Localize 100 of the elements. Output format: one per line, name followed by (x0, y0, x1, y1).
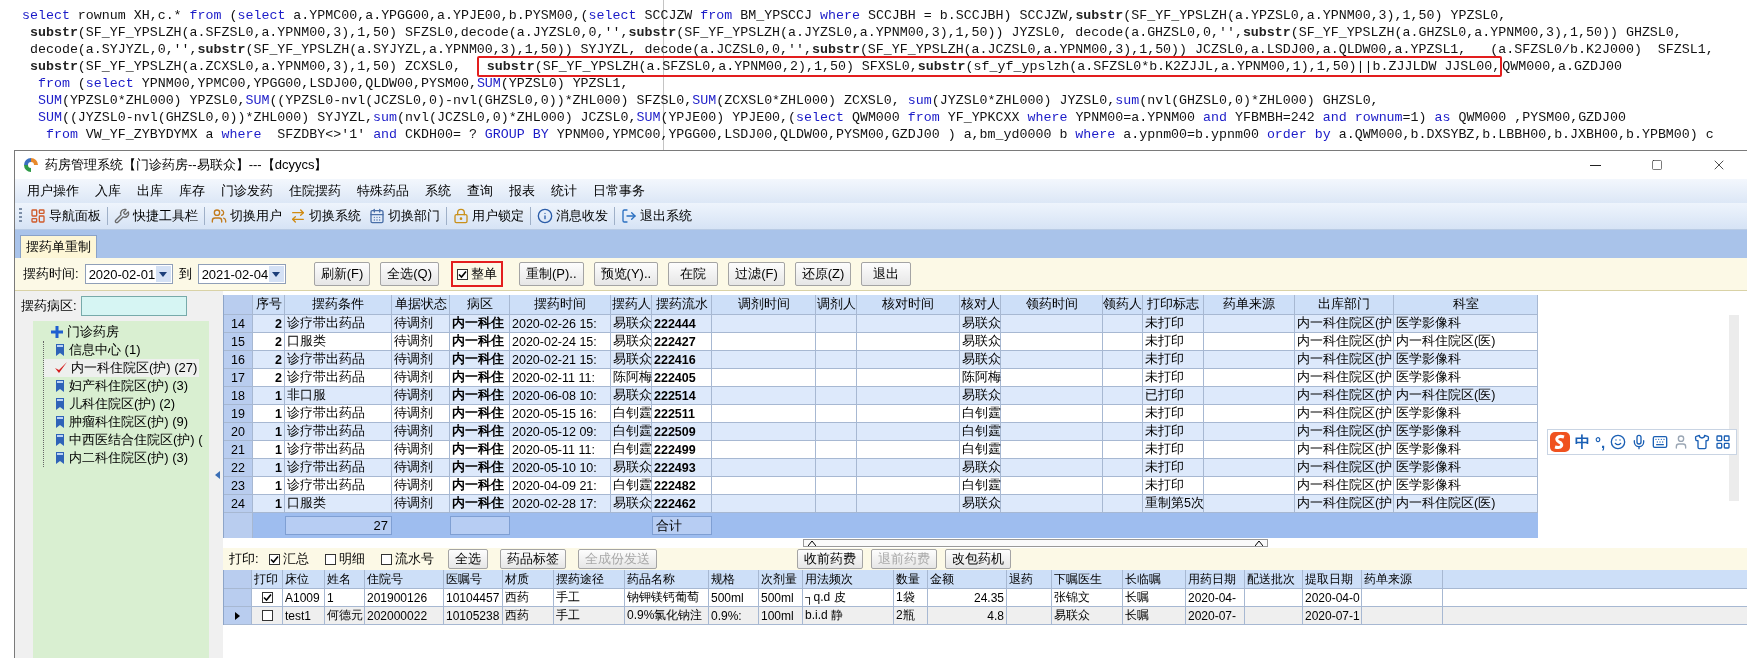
toolbar-button[interactable]: 全选(Q) (380, 262, 439, 286)
toolbar-button[interactable]: 切换部门 (365, 204, 444, 228)
column-header[interactable]: 姓名 (325, 570, 365, 588)
menu-item[interactable]: 入库 (87, 182, 129, 200)
column-header[interactable]: 下嘱医生 (1052, 570, 1123, 588)
column-header[interactable]: 用药日期 (1186, 570, 1245, 588)
column-header[interactable]: 用法频次 (803, 570, 894, 588)
checkbox-control[interactable]: 流水号 (374, 546, 440, 572)
dropdown-button[interactable] (155, 266, 171, 282)
column-header[interactable]: 调剂时间 (712, 295, 816, 314)
menu-item[interactable]: 门诊发药 (213, 182, 281, 200)
keyboard-icon[interactable] (1652, 434, 1669, 450)
column-header[interactable]: 医嘱号 (444, 570, 503, 588)
punctuation-mode[interactable]: °, (1595, 433, 1606, 451)
column-header[interactable]: 序号 (253, 295, 285, 314)
menu-item[interactable]: 系统 (417, 182, 459, 200)
tree-item[interactable]: 内一科住院区(护) (27) (44, 359, 200, 377)
column-header[interactable]: 药品名称 (625, 570, 709, 588)
column-header[interactable]: 金额 (928, 570, 1007, 588)
toolbar-button[interactable]: 消息收发 (533, 204, 612, 228)
column-header[interactable]: 出库部门 (1295, 295, 1394, 314)
column-header[interactable]: 提取日期 (1303, 570, 1362, 588)
checkbox[interactable] (261, 610, 273, 621)
tree-item[interactable]: 门诊药房 (37, 323, 119, 341)
tree-item[interactable]: 儿科住院区(护) (2) (44, 395, 178, 413)
grid-icon[interactable] (1715, 434, 1732, 450)
toolbar-button[interactable]: 过滤(F) (728, 262, 785, 286)
toolbar-button[interactable]: 快捷工具栏 (110, 204, 202, 228)
column-header[interactable]: 摆药流水 (652, 295, 712, 314)
checkbox[interactable] (261, 592, 273, 603)
search-field[interactable] (80, 296, 187, 316)
menu-item[interactable]: 出库 (129, 182, 171, 200)
toolbar-button[interactable]: 退出系统 (617, 204, 696, 228)
smile-icon[interactable] (1610, 434, 1627, 450)
column-header[interactable]: 次剂量 (759, 570, 803, 588)
collapse-icon[interactable] (214, 470, 220, 479)
row-header[interactable] (224, 607, 252, 624)
tree-item[interactable]: 信息中心 (1) (44, 341, 143, 359)
checkbox-control[interactable]: 整单 (451, 261, 503, 287)
tab[interactable]: 摆药单重制 (20, 235, 97, 258)
tree-item[interactable]: 内二科住院区(护) (3) (44, 449, 191, 467)
column-header[interactable]: 药单来源 (1362, 570, 1443, 588)
toolbar-button[interactable]: 退出 (861, 262, 912, 286)
toolbar-button[interactable]: 导航面板 (26, 204, 105, 228)
toolbar-button[interactable]: 刷新(F) (313, 262, 371, 286)
column-header[interactable]: 单据状态 (392, 295, 450, 314)
menu-item[interactable]: 查询 (459, 182, 501, 200)
dropdown-button[interactable] (268, 266, 284, 282)
date-field[interactable]: 2021-02-04 (197, 264, 286, 284)
toolbar-button[interactable]: 预览(Y).. (593, 262, 659, 286)
toolbar-button[interactable]: 改包药机 (944, 549, 1011, 569)
menu-item[interactable]: 报表 (501, 182, 543, 200)
tree-item[interactable]: 妇产科住院区(护) (3) (44, 377, 191, 395)
column-header[interactable]: 退药 (1007, 570, 1052, 588)
date-field[interactable]: 2020-02-01 (84, 264, 173, 284)
toolbar-button[interactable]: 在院 (668, 262, 719, 286)
menu-item[interactable]: 库存 (171, 182, 213, 200)
column-header[interactable]: 摆药人 (611, 295, 652, 314)
column-header[interactable]: 打印标志 (1143, 295, 1204, 314)
menu-item[interactable]: 日常事务 (585, 182, 653, 200)
column-header[interactable]: 床位 (283, 570, 325, 588)
toolbar-button[interactable]: 收前药费 (796, 549, 863, 569)
column-header[interactable]: 长临嘱 (1123, 570, 1186, 588)
column-header[interactable]: 摆药途径 (554, 570, 625, 588)
toolbar-button[interactable]: 用户锁定 (449, 204, 528, 228)
column-header[interactable]: 调剂人 (816, 295, 857, 314)
menu-item[interactable]: 特殊药品 (349, 182, 417, 200)
toolbar-button[interactable]: 还原(Z) (794, 262, 852, 286)
column-header[interactable]: 摆药时间 (510, 295, 611, 314)
tree-item[interactable]: 中西医结合住院区(护) ( (44, 431, 205, 449)
toolbar-button[interactable]: 切换用户 (207, 204, 286, 228)
column-header[interactable]: 数量 (894, 570, 928, 588)
toolbar-button[interactable]: 切换系统 (286, 204, 365, 228)
column-header[interactable]: 打印 (252, 570, 283, 588)
column-header[interactable]: 核对人 (960, 295, 1001, 314)
column-header[interactable]: 科室 (1394, 295, 1538, 314)
shirt-icon[interactable] (1694, 434, 1711, 450)
column-header[interactable]: 领药时间 (1001, 295, 1103, 314)
column-header[interactable]: 药单来源 (1204, 295, 1295, 314)
menu-item[interactable]: 用户操作 (19, 182, 87, 200)
menu-item[interactable]: 住院摆药 (281, 182, 349, 200)
table-cell: 1 (253, 441, 285, 458)
column-header[interactable]: 核对时间 (857, 295, 960, 314)
checkbox-control[interactable]: 汇总 (262, 546, 315, 572)
toolbar-button[interactable]: 药品标签 (499, 549, 566, 569)
splitter-handle[interactable] (802, 539, 1268, 547)
column-header[interactable]: 规格 (709, 570, 759, 588)
column-header[interactable]: 材质 (503, 570, 554, 588)
column-header[interactable]: 住院号 (365, 570, 444, 588)
toolbar-button[interactable]: 全选 (447, 549, 488, 569)
column-header[interactable]: 摆药条件 (285, 295, 392, 314)
checkbox-control[interactable]: 明细 (318, 546, 371, 572)
menu-item[interactable]: 统计 (543, 182, 585, 200)
input-mode[interactable]: 中 (1575, 432, 1590, 452)
toolbar-button[interactable]: 重制(P).. (519, 262, 584, 286)
column-header[interactable]: 领药人 (1103, 295, 1143, 314)
column-header[interactable]: 病区 (450, 295, 510, 314)
table-cell: ┐q.d 皮 (803, 589, 894, 606)
column-header[interactable]: 配送批次 (1245, 570, 1303, 588)
tree-item[interactable]: 肿瘤科住院区(护) (9) (44, 413, 191, 431)
